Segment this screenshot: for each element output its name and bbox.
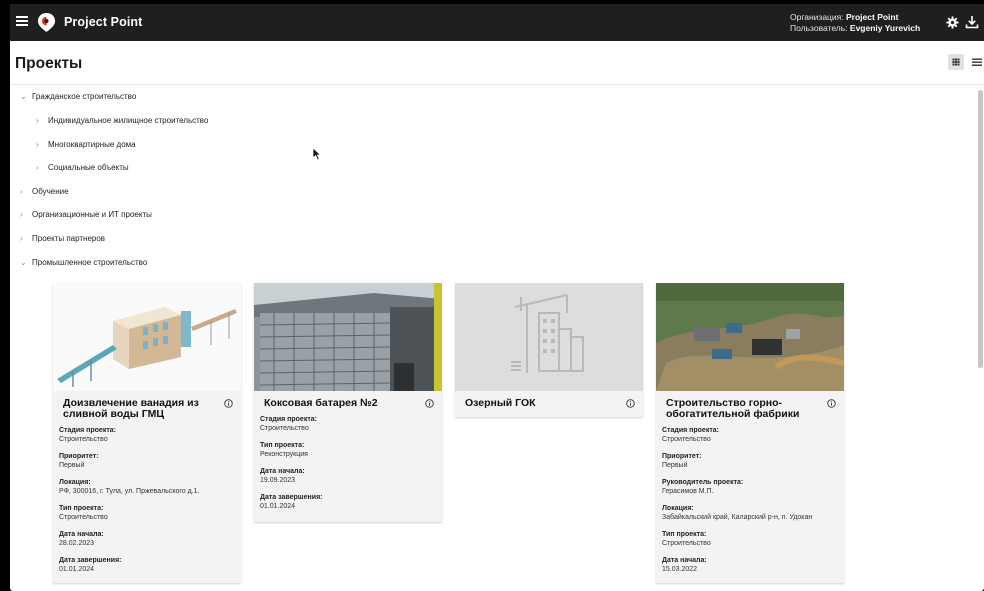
tree-item-label: Многоквартирные дома — [48, 140, 136, 149]
mouse-cursor-icon — [312, 147, 322, 161]
list-view-icon[interactable] — [971, 55, 984, 69]
project-title[interactable]: Коксовая батарея №2 — [264, 398, 418, 409]
project-card[interactable]: Коксовая батарея №2 Стадия проекта: Стро… — [254, 283, 442, 522]
tree-item-civil[interactable]: ⌄ Гражданское строительство — [20, 90, 136, 104]
grid-view-icon[interactable] — [948, 54, 964, 70]
field-value: РФ, 300016, г. Тула, ул. Пржевальского д… — [59, 488, 200, 495]
chevron-right-icon[interactable]: › — [20, 208, 32, 222]
field-label: Дата начала: — [260, 468, 305, 475]
field-label: Стадия проекта: — [59, 427, 116, 434]
tree-item-partners[interactable]: › Проекты партнеров — [20, 232, 105, 246]
chevron-down-icon[interactable]: ⌄ — [20, 256, 32, 270]
field-value: 19.09.2023 — [260, 477, 296, 484]
project-placeholder-image — [455, 283, 643, 391]
tree-item-label: Обучение — [32, 187, 69, 196]
field-label: Стадия проекта: — [662, 427, 719, 434]
project-image — [53, 283, 241, 391]
field-label: Тип проекта: — [59, 505, 104, 512]
field-value: Герасимов М.П. — [662, 488, 714, 495]
brand-name[interactable]: Project Point — [64, 15, 142, 29]
field-value: Строительство — [260, 425, 309, 432]
field-label: Руководитель проекта: — [662, 479, 744, 486]
tree-item-label: Гражданское строительство — [32, 92, 137, 101]
tree-item-org-it[interactable]: › Организационные и ИТ проекты — [20, 208, 152, 222]
info-icon[interactable] — [425, 399, 434, 408]
info-icon[interactable] — [626, 399, 635, 408]
field-value: Строительство — [59, 436, 108, 443]
project-card[interactable]: Доизвлечение ванадия из сливной воды ГМЦ… — [53, 283, 241, 583]
field-label: Тип проекта: — [260, 442, 305, 449]
project-image — [254, 283, 442, 391]
project-card[interactable]: Строительство горно-обогатительной фабри… — [656, 283, 844, 583]
page-title: Проекты — [15, 55, 83, 72]
field-label: Дата завершения: — [260, 494, 323, 501]
project-title[interactable]: Доизвлечение ванадия из сливной воды ГМЦ — [63, 398, 217, 420]
top-bar: Project Point Организация: Project Point… — [10, 4, 984, 41]
field-value: 28.02.2023 — [59, 540, 95, 547]
tree-item-individual-housing[interactable]: › Индивидуальное жилищное строительство — [36, 114, 208, 128]
tree-item-training[interactable]: › Обучение — [20, 185, 69, 199]
tree-item-label: Организационные и ИТ проекты — [32, 210, 152, 219]
chevron-right-icon[interactable]: › — [20, 232, 32, 246]
field-value: 15.03.2022 — [662, 566, 698, 573]
project-title[interactable]: Строительство горно-обогатительной фабри… — [666, 398, 820, 420]
project-title[interactable]: Озерный ГОК — [465, 398, 619, 409]
tree-item-label: Проекты партнеров — [32, 234, 106, 243]
field-value: Первый — [59, 462, 85, 469]
field-label: Дата начала: — [662, 557, 707, 564]
user-label: Пользователь: — [790, 22, 848, 33]
field-value: Реконструкция — [260, 451, 308, 458]
tree-item-social-objects[interactable]: › Социальные объекты — [36, 161, 129, 175]
vertical-scrollbar[interactable] — [978, 90, 983, 368]
tree-item-label: Индивидуальное жилищное строительство — [48, 116, 209, 125]
field-label: Приоритет: — [59, 453, 99, 460]
info-icon[interactable] — [827, 399, 836, 408]
projects-content: ⌄ Гражданское строительство › Индивидуальн… — [10, 86, 976, 591]
project-fields: Стадия проекта: Строительство Тип проект… — [254, 409, 442, 522]
tree-item-label: Социальные объекты — [48, 163, 129, 172]
project-card[interactable]: Озерный ГОК — [455, 283, 643, 417]
tree-item-industrial[interactable]: ⌄ Промышленное строительство — [20, 256, 147, 270]
field-value: Строительство — [59, 514, 108, 521]
project-fields: Стадия проекта: Строительство Приоритет:… — [656, 420, 844, 574]
field-value: Строительство — [662, 436, 711, 443]
page-header: Проекты — [10, 41, 984, 85]
org-label: Организация: — [790, 12, 844, 22]
field-value: Первый — [662, 462, 688, 469]
app-window: Project Point Организация: Project Point… — [10, 4, 984, 591]
menu-icon[interactable] — [16, 14, 28, 30]
field-value: 01.01.2024 — [59, 566, 95, 573]
field-label: Локация: — [662, 505, 694, 512]
field-label: Дата начала: — [59, 531, 104, 538]
org-value: Project Point — [846, 12, 899, 22]
field-label: Локация: — [59, 479, 91, 486]
chevron-down-icon[interactable]: ⌄ — [20, 90, 32, 104]
project-image — [656, 283, 844, 391]
gear-icon[interactable] — [946, 16, 959, 29]
tree-item-label: Промышленное строительство — [32, 258, 148, 267]
field-label: Дата завершения: — [59, 557, 122, 564]
account-info: Организация: Project Point Пользователь:… — [790, 12, 920, 33]
field-label: Приоритет: — [662, 453, 702, 460]
info-icon[interactable] — [224, 399, 233, 408]
chevron-right-icon[interactable]: › — [20, 185, 32, 199]
user-value: Evgeniy Yurevich — [849, 22, 921, 33]
chevron-right-icon[interactable]: › — [36, 161, 48, 175]
project-point-logo[interactable] — [37, 12, 56, 33]
field-value: Забайкальский край, Каларский р-н, п. Уд… — [662, 514, 813, 521]
field-value: Строительство — [662, 540, 711, 547]
tree-item-apartment-buildings[interactable]: › Многоквартирные дома — [36, 138, 136, 152]
field-label: Тип проекта: — [662, 531, 707, 538]
field-value: 01.01.2024 — [260, 503, 296, 510]
project-fields: Стадия проекта: Строительство Приоритет:… — [53, 420, 241, 574]
chevron-right-icon[interactable]: › — [36, 114, 48, 128]
chevron-right-icon[interactable]: › — [36, 138, 48, 152]
download-icon[interactable] — [965, 15, 979, 29]
field-label: Стадия проекта: — [260, 416, 317, 423]
